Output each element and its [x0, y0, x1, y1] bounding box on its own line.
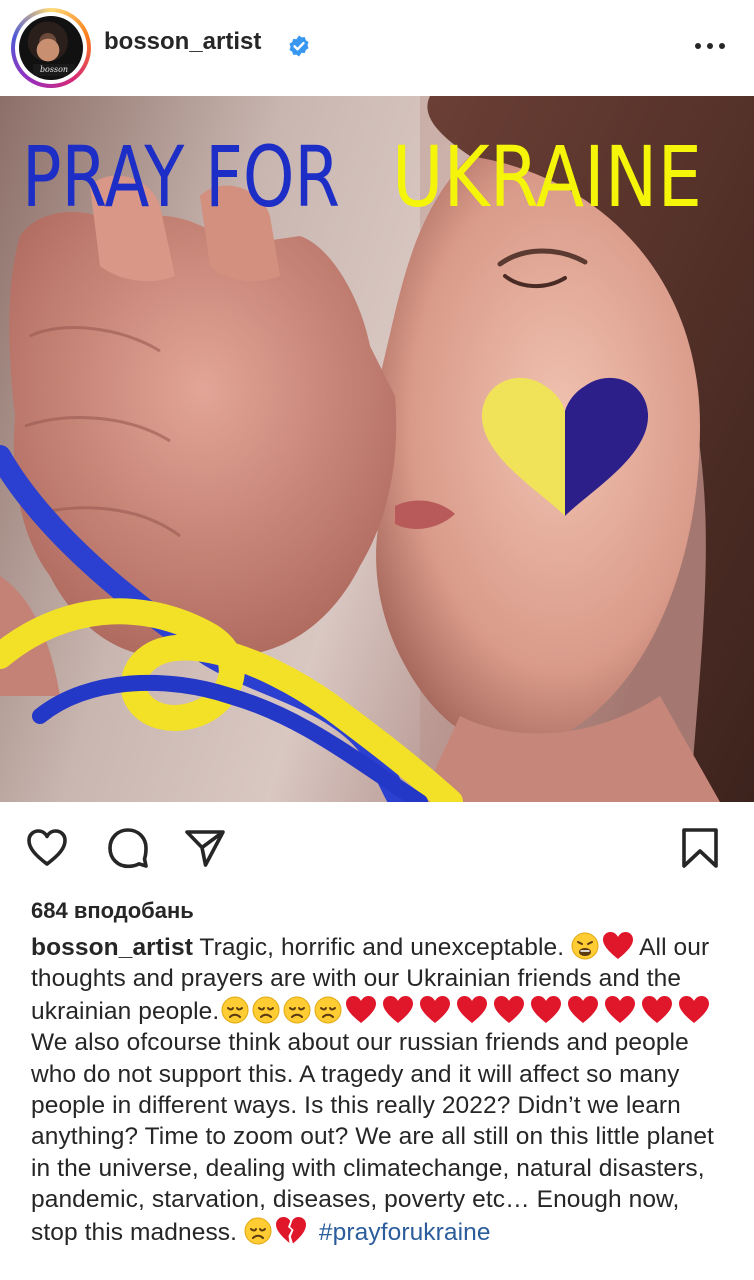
verified-badge-icon [289, 35, 309, 57]
post-caption: bosson_artist Tragic, horrific and unexc… [31, 931, 731, 1248]
headline-pray-for: PRAY FOR [22, 128, 340, 226]
weary-face-emoji-icon [571, 932, 599, 960]
more-options-icon[interactable] [692, 34, 728, 58]
comment-icon[interactable] [106, 826, 150, 870]
likes-count[interactable]: 684 вподобань [31, 898, 194, 924]
caption-text-3: We also ofcourse think about our russian… [31, 1029, 714, 1246]
disappointed-face-emoji-icon [283, 996, 311, 1024]
red-heart-emoji-icon [641, 995, 673, 1025]
disappointed-face-emoji-icon [252, 996, 280, 1024]
red-heart-emoji-icon [530, 995, 562, 1025]
avatar-watermark: bosson [33, 64, 75, 76]
red-heart-emoji-icon [493, 995, 525, 1025]
red-heart-emoji-icon [456, 995, 488, 1025]
red-heart-emoji-icon [567, 995, 599, 1025]
share-icon[interactable] [183, 826, 227, 870]
caption-username[interactable]: bosson_artist [31, 934, 193, 961]
caption-text-1: Tragic, horrific and unexceptable. [192, 934, 572, 961]
red-heart-emoji-icon [602, 931, 634, 961]
avatar-photo: bosson [19, 16, 83, 80]
red-heart-emoji-icon [678, 995, 710, 1025]
disappointed-face-emoji-icon [244, 1217, 272, 1245]
hashtag-link[interactable]: #prayforukraine [319, 1219, 491, 1246]
disappointed-face-emoji-icon [314, 996, 342, 1024]
post-image[interactable]: PRAY FOR UKRAINE [0, 96, 754, 802]
red-heart-emoji-icon [345, 995, 377, 1025]
avatar[interactable]: bosson [11, 8, 91, 88]
red-heart-emoji-icon [382, 995, 414, 1025]
headline-ukraine: UKRAINE [392, 128, 702, 226]
post-header: bosson bosson_artist [0, 0, 754, 96]
username-link[interactable]: bosson_artist [104, 28, 261, 56]
post-image-artwork: PRAY FOR UKRAINE [0, 96, 754, 802]
bookmark-icon[interactable] [678, 826, 722, 870]
heart-outline-icon[interactable] [25, 826, 69, 870]
broken-heart-emoji-icon [275, 1216, 307, 1246]
disappointed-face-emoji-icon [221, 996, 249, 1024]
red-heart-emoji-icon [604, 995, 636, 1025]
post-actions [0, 802, 754, 892]
red-heart-emoji-icon [419, 995, 451, 1025]
